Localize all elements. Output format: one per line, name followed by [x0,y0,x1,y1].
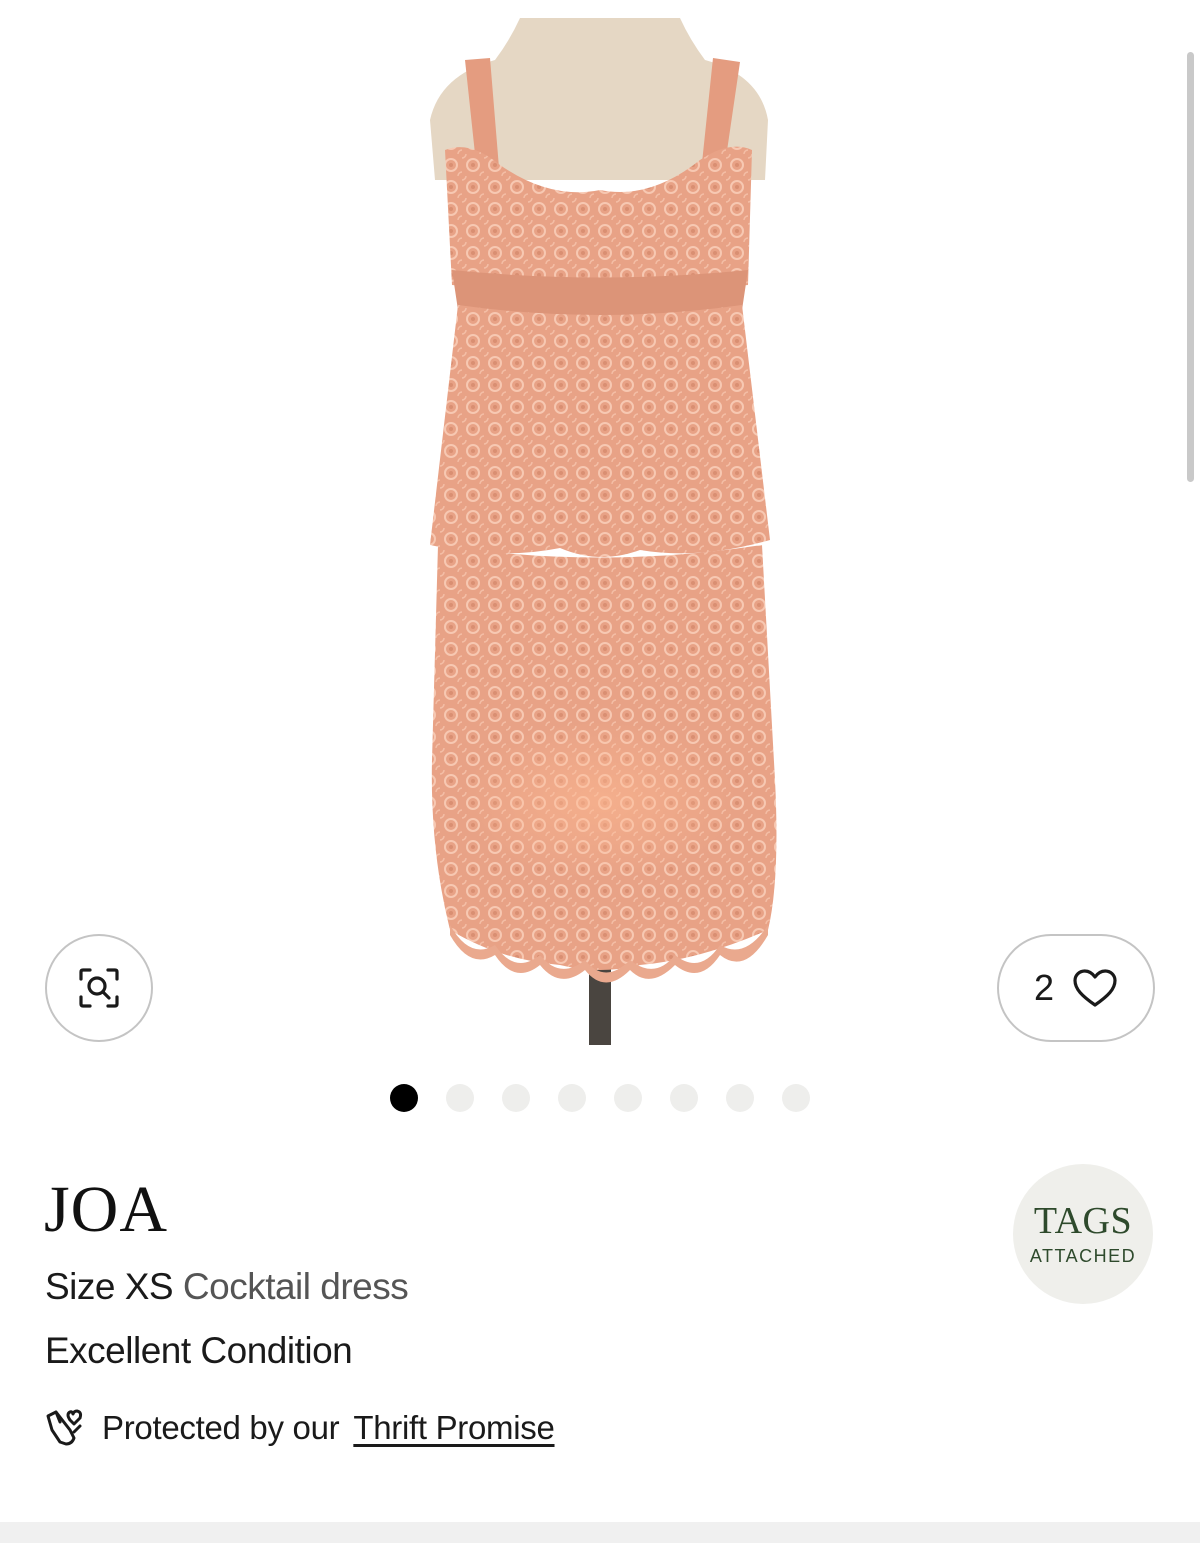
carousel-dot-6[interactable] [670,1084,698,1112]
heart-icon [1073,969,1117,1007]
carousel-dot-8[interactable] [782,1084,810,1112]
visual-search-button[interactable] [45,934,153,1042]
favorite-button[interactable]: 2 [997,934,1155,1042]
image-carousel-dots[interactable] [390,1084,810,1112]
hand-heart-icon [46,1409,83,1446]
product-size: Size XS [45,1266,174,1307]
badge-subtitle: ATTACHED [1029,1245,1137,1266]
badge-title: TAGS [1033,1199,1133,1242]
product-image-gallery[interactable]: 2 [0,0,1200,1060]
thrift-promise-row: Protected by our Thrift Promise [44,1408,555,1448]
product-category: Cocktail dress [182,1266,409,1307]
carousel-dot-2[interactable] [446,1084,474,1112]
carousel-dot-7[interactable] [726,1084,754,1112]
section-divider [0,1522,1200,1543]
search-zoom-icon [79,968,119,1008]
favorite-count: 2 [1033,967,1055,1008]
carousel-dot-3[interactable] [502,1084,530,1112]
thrift-promise-link[interactable]: Thrift Promise [353,1409,554,1447]
size-category-line: Size XS Cocktail dress [45,1266,409,1308]
tags-attached-badge: TAGS ATTACHED [1013,1164,1153,1304]
carousel-dot-1[interactable] [390,1084,418,1112]
carousel-dot-4[interactable] [558,1084,586,1112]
promise-text: Protected by our [102,1409,340,1446]
brand-name[interactable]: JOA [44,1172,168,1248]
product-image [430,18,777,1045]
carousel-dot-5[interactable] [614,1084,642,1112]
product-condition: Excellent Condition [45,1330,353,1371]
